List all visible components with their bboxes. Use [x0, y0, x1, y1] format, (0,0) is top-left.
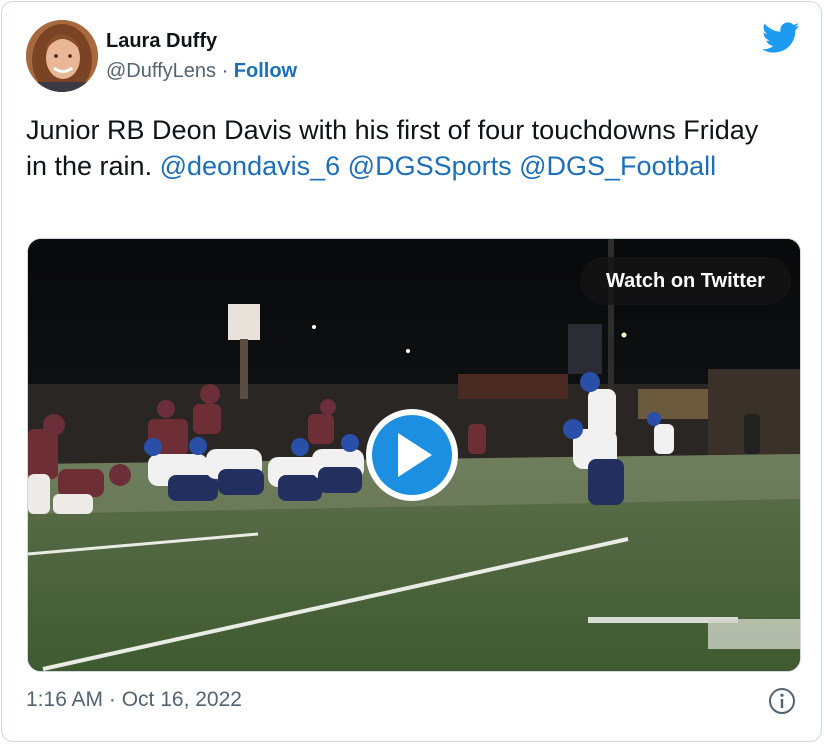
play-icon [398, 433, 432, 477]
follow-button[interactable]: Follow [234, 60, 297, 82]
mention-link[interactable]: @DGS_Football [519, 151, 716, 181]
separator-dot: · [221, 60, 229, 82]
author-name[interactable]: Laura Duffy [106, 30, 217, 53]
mention-link[interactable]: @deondavis_6 [160, 151, 341, 181]
tweet-card: Laura Duffy @DuffyLens · Follow Junior R… [1, 1, 822, 742]
tweet-timestamp[interactable]: 1:16 AM · Oct 16, 2022 [26, 688, 242, 712]
mention-link[interactable]: @DGSSports [348, 151, 512, 181]
avatar[interactable] [26, 20, 98, 92]
handle-row: @DuffyLens · Follow [106, 60, 297, 83]
tweet-text: Junior RB Deon Davis with his first of f… [26, 112, 786, 184]
info-icon[interactable] [768, 687, 796, 715]
twitter-bird-icon[interactable] [762, 22, 800, 54]
play-button[interactable] [366, 409, 458, 501]
video-player[interactable]: Watch on Twitter [27, 238, 801, 672]
author-handle[interactable]: @DuffyLens [106, 60, 216, 82]
watch-on-twitter-button[interactable]: Watch on Twitter [580, 257, 791, 305]
